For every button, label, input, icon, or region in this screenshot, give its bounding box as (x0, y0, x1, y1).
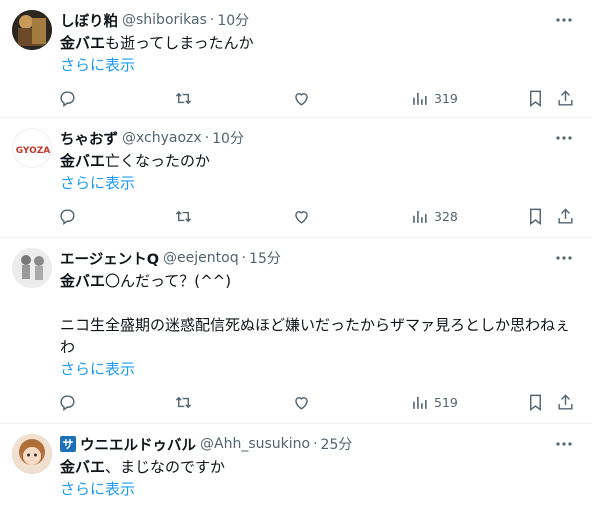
share-button[interactable] (556, 206, 575, 226)
views-count: 519 (434, 394, 458, 410)
separator: · (313, 436, 318, 452)
share-button[interactable] (556, 88, 575, 108)
separator: · (209, 12, 215, 28)
like-button[interactable] (292, 392, 311, 412)
name-badge: サ (60, 436, 76, 452)
timestamp[interactable]: 10分 (217, 10, 249, 30)
more-icon[interactable] (554, 129, 574, 147)
share-icon (558, 393, 573, 410)
share-icon (558, 207, 573, 224)
tweet-text-rest: 亡くなったのか (105, 152, 211, 170)
share-button[interactable] (556, 392, 575, 412)
display-name[interactable]: しぼり粕 (60, 10, 118, 31)
reply-icon (60, 208, 75, 225)
tweet-text: 金バエ亡くなったのか (60, 150, 576, 172)
avatar[interactable] (12, 10, 52, 50)
show-more-link[interactable]: さらに表示 (60, 172, 576, 194)
views-icon (413, 92, 427, 105)
avatar[interactable] (12, 248, 52, 288)
timestamp[interactable]: 10分 (212, 128, 244, 148)
tweet[interactable]: しぼり粕 @shiborikas · 10分 金バエも逝ってしまったんか さらに… (0, 0, 592, 118)
bookmark-icon (530, 394, 541, 411)
display-name[interactable]: ウニエルドゥバル (80, 434, 196, 455)
views-button[interactable]: 328 (410, 206, 458, 226)
avatar[interactable]: GYOZA (12, 128, 52, 168)
retweet-button[interactable] (174, 392, 193, 412)
tweet-header: サ ウニエルドゥバル @Ahh_susukino · 25分 (60, 434, 576, 454)
views-icon (413, 210, 427, 223)
views-button[interactable]: 319 (410, 88, 458, 108)
tweet-text-rest: 〇んだって？(^^) ニコ生全盛期の迷惑配信死ぬほど嫌いだったからザマァ見ろとし… (60, 272, 571, 356)
retweet-icon (175, 210, 192, 222)
share-icon (558, 89, 573, 106)
views-button[interactable]: 519 (410, 392, 458, 412)
highlight-text: 金バエ (60, 458, 106, 476)
reply-button[interactable] (58, 206, 77, 226)
display-name[interactable]: エージェントQ (60, 248, 159, 269)
tweet-text-rest: 、まじなのですか (105, 458, 226, 476)
timestamp[interactable]: 15分 (249, 248, 281, 268)
highlight-text: 金バエ (60, 152, 106, 170)
more-icon[interactable] (554, 435, 574, 453)
user-handle[interactable]: @Ahh_susukino (200, 436, 310, 452)
tweet-text: 金バエも逝ってしまったんか (60, 32, 576, 54)
tweet[interactable]: エージェントQ @eejentoq · 15分 金バエ〇んだって？(^^) ニコ… (0, 238, 592, 424)
bookmark-button[interactable] (526, 392, 545, 412)
tweet-header: しぼり粕 @shiborikas · 10分 (60, 10, 576, 30)
retweet-button[interactable] (174, 206, 193, 226)
tweet[interactable]: サ ウニエルドゥバル @Ahh_susukino · 25分 金バエ、まじなので… (0, 424, 592, 512)
user-handle[interactable]: @eejentoq (163, 250, 239, 266)
retweet-button[interactable] (174, 88, 193, 108)
display-name[interactable]: ちゃおず (60, 128, 118, 149)
action-bar: 319 (60, 76, 576, 122)
reply-icon (60, 90, 75, 107)
highlight-text: 金バエ (60, 272, 106, 290)
avatar[interactable] (12, 434, 52, 474)
tweet-header: エージェントQ @eejentoq · 15分 (60, 248, 576, 268)
tweet[interactable]: GYOZA ちゃおず @xchyaozx · 10分 金バエ亡くなったのか さら… (0, 118, 592, 238)
timestamp[interactable]: 25分 (321, 434, 353, 454)
like-button[interactable] (292, 206, 311, 226)
highlight-text: 金バエ (60, 34, 106, 52)
more-icon[interactable] (554, 11, 574, 29)
views-count: 328 (434, 208, 458, 224)
separator: · (204, 130, 210, 146)
show-more-link[interactable]: さらに表示 (60, 54, 576, 76)
show-more-link[interactable]: さらに表示 (60, 478, 576, 500)
tweet-text: 金バエ、まじなのですか (60, 456, 576, 478)
action-bar: 519 (60, 380, 576, 426)
bookmark-icon (530, 90, 541, 107)
separator: · (241, 250, 247, 266)
reply-button[interactable] (58, 392, 77, 412)
user-handle[interactable]: @xchyaozx (122, 130, 202, 146)
retweet-icon (175, 92, 192, 104)
like-icon (295, 396, 308, 410)
retweet-icon (175, 396, 192, 408)
tweet-text-rest: も逝ってしまったんか (105, 34, 254, 52)
more-icon[interactable] (554, 249, 574, 267)
views-icon (413, 396, 427, 409)
tweet-header: ちゃおず @xchyaozx · 10分 (60, 128, 576, 148)
like-icon (295, 210, 308, 224)
like-icon (295, 92, 308, 106)
action-bar: 328 (60, 194, 576, 240)
bookmark-button[interactable] (526, 206, 545, 226)
show-more-link[interactable]: さらに表示 (60, 358, 576, 380)
bookmark-button[interactable] (526, 88, 545, 108)
views-count: 319 (434, 90, 458, 106)
bookmark-icon (530, 208, 541, 225)
reply-icon (60, 394, 75, 411)
tweet-text: 金バエ〇んだって？(^^) ニコ生全盛期の迷惑配信死ぬほど嫌いだったからザマァ見… (60, 270, 576, 358)
reply-button[interactable] (58, 88, 77, 108)
user-handle[interactable]: @shiborikas (122, 12, 207, 28)
avatar-text: GYOZA (16, 146, 51, 156)
like-button[interactable] (292, 88, 311, 108)
